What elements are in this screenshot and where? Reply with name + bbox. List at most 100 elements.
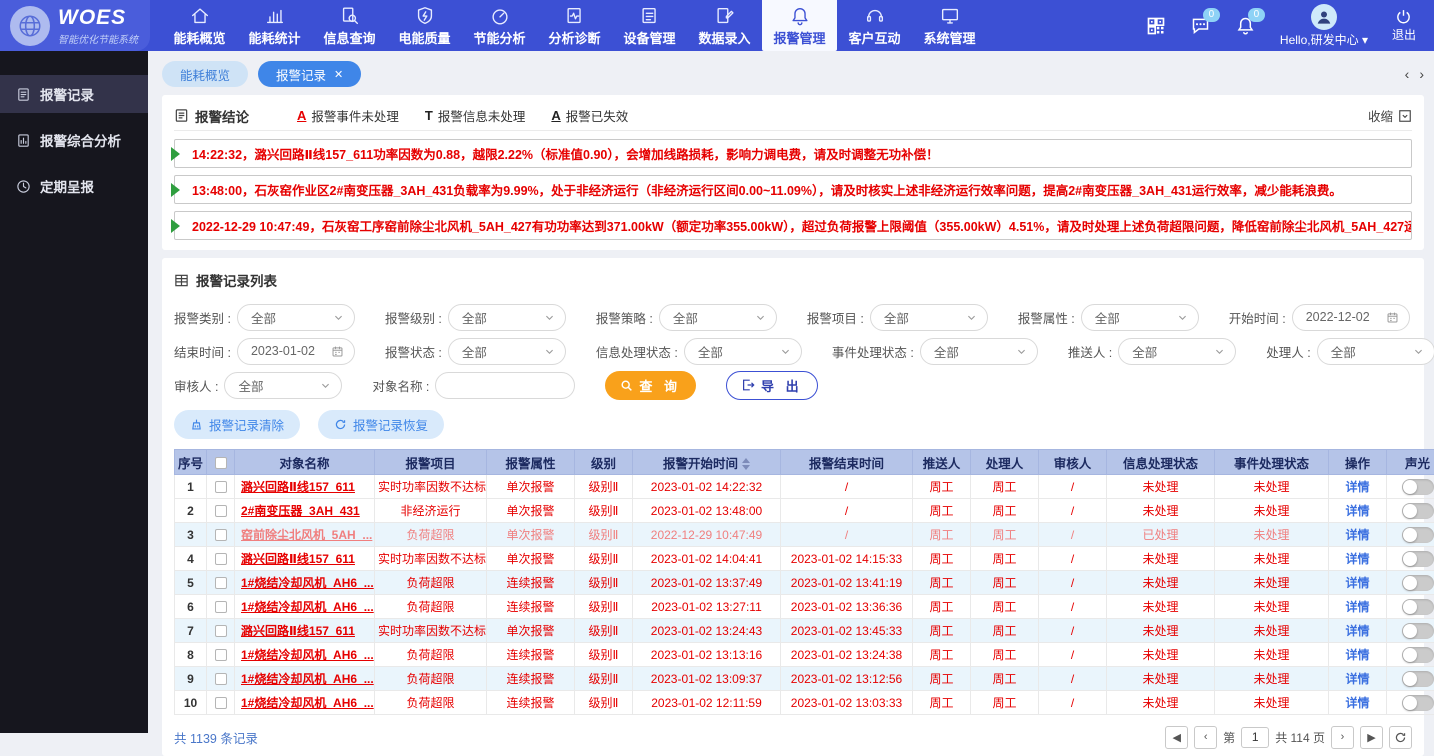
sort-icon[interactable] [742, 458, 750, 470]
filter-date-开始时间[interactable]: 2022-12-02 [1292, 304, 1410, 331]
row-select[interactable] [207, 595, 235, 619]
row-checkbox[interactable] [215, 625, 227, 637]
row-select[interactable] [207, 499, 235, 523]
filter-text-对象名称[interactable] [435, 372, 575, 399]
filter-date-结束时间[interactable]: 2023-01-02 [237, 338, 355, 365]
detail-link[interactable]: 详情 [1345, 504, 1369, 518]
sound-light-toggle[interactable] [1402, 623, 1434, 639]
object-name-link[interactable]: 1#烧结冷却风机_AH6_... [241, 600, 374, 614]
nav-item-device[interactable]: 设备管理 [612, 0, 687, 51]
filter-select-报警级别[interactable]: 全部 [448, 304, 566, 331]
row-select[interactable] [207, 571, 235, 595]
row-select[interactable] [207, 667, 235, 691]
legend-item-2[interactable]: A报警已失效 [551, 106, 628, 125]
legend-item-0[interactable]: A报警事件未处理 [297, 106, 399, 125]
filter-select-报警属性[interactable]: 全部 [1081, 304, 1199, 331]
filter-select-审核人[interactable]: 全部 [224, 372, 342, 399]
nav-item-info-search[interactable]: 信息查询 [312, 0, 387, 51]
detail-link[interactable]: 详情 [1345, 600, 1369, 614]
sound-light-toggle[interactable] [1402, 503, 1434, 519]
object-name-link[interactable]: 1#烧结冷却风机_AH6_... [241, 696, 374, 710]
clear-records-button[interactable]: 报警记录清除 [174, 410, 300, 439]
col-header-报警开始时间[interactable]: 报警开始时间 [633, 450, 781, 475]
sound-light-toggle[interactable] [1402, 695, 1434, 711]
filter-select-报警类别[interactable]: 全部 [237, 304, 355, 331]
object-name-link[interactable]: 窑前除尘北风机_5AH_... [241, 528, 372, 542]
row-checkbox[interactable] [215, 553, 227, 565]
export-button[interactable]: 导 出 [726, 371, 818, 400]
search-button[interactable]: 查 询 [605, 371, 696, 400]
detail-link[interactable]: 详情 [1345, 648, 1369, 662]
notifications-bell-icon[interactable]: 0 [1235, 15, 1256, 36]
row-checkbox[interactable] [215, 577, 227, 589]
user-menu[interactable]: Hello,研发中心 ▾ [1280, 4, 1368, 48]
filter-select-推送人[interactable]: 全部 [1118, 338, 1236, 365]
row-checkbox[interactable] [215, 601, 227, 613]
filter-select-报警策略[interactable]: 全部 [659, 304, 777, 331]
sound-light-toggle[interactable] [1402, 479, 1434, 495]
sidebar-item-doc-lines[interactable]: 报警记录 [0, 75, 148, 113]
row-checkbox[interactable] [215, 697, 227, 709]
last-page-button[interactable]: ▶ [1360, 726, 1383, 749]
nav-item-gauge[interactable]: 节能分析 [462, 0, 537, 51]
object-name-link[interactable]: 潞兴回路Ⅱ线157_611 [241, 624, 355, 638]
sidebar-item-clock[interactable]: 定期呈报 [0, 167, 148, 205]
nav-item-monitor[interactable]: 系统管理 [912, 0, 987, 51]
nav-item-shield-bolt[interactable]: 电能质量 [387, 0, 462, 51]
tab-报警记录[interactable]: 报警记录✕ [258, 61, 361, 87]
restore-records-button[interactable]: 报警记录恢复 [318, 410, 444, 439]
sound-light-toggle[interactable] [1402, 551, 1434, 567]
refresh-button[interactable] [1389, 726, 1412, 749]
filter-select-报警状态[interactable]: 全部 [448, 338, 566, 365]
object-name-link[interactable]: 1#烧结冷却风机_AH6_... [241, 672, 374, 686]
sound-light-toggle[interactable] [1402, 647, 1434, 663]
nav-item-home[interactable]: 能耗概览 [162, 0, 237, 51]
qr-code-icon[interactable] [1146, 16, 1166, 36]
row-select[interactable] [207, 691, 235, 715]
detail-link[interactable]: 详情 [1345, 552, 1369, 566]
nav-item-stats[interactable]: 能耗统计 [237, 0, 312, 51]
sound-light-toggle[interactable] [1402, 575, 1434, 591]
row-checkbox[interactable] [215, 481, 227, 493]
filter-select-信息处理状态[interactable]: 全部 [684, 338, 802, 365]
object-name-link[interactable]: 1#烧结冷却风机_AH6_... [241, 576, 374, 590]
detail-link[interactable]: 详情 [1345, 696, 1369, 710]
nav-item-diagnosis[interactable]: 分析诊断 [537, 0, 612, 51]
tab-close-icon[interactable]: ✕ [334, 68, 343, 81]
detail-link[interactable]: 详情 [1345, 672, 1369, 686]
row-checkbox[interactable] [215, 505, 227, 517]
object-name-link[interactable]: 潞兴回路Ⅱ线157_611 [241, 480, 355, 494]
detail-link[interactable]: 详情 [1345, 528, 1369, 542]
sound-light-toggle[interactable] [1402, 527, 1434, 543]
prev-page-button[interactable]: ‹ [1194, 726, 1217, 749]
messages-icon[interactable]: 0 [1190, 15, 1211, 36]
filter-select-处理人[interactable]: 全部 [1317, 338, 1434, 365]
first-page-button[interactable]: ◀ [1165, 726, 1188, 749]
row-select[interactable] [207, 547, 235, 571]
detail-link[interactable]: 详情 [1345, 480, 1369, 494]
sidebar-item-doc-chart[interactable]: 报警综合分析 [0, 121, 148, 159]
next-page-button[interactable]: › [1331, 726, 1354, 749]
select-all-header[interactable] [207, 450, 235, 475]
row-select[interactable] [207, 643, 235, 667]
tabs-scroll-right-icon[interactable]: › [1419, 66, 1424, 82]
object-name-link[interactable]: 潞兴回路Ⅱ线157_611 [241, 552, 355, 566]
filter-select-事件处理状态[interactable]: 全部 [920, 338, 1038, 365]
legend-item-1[interactable]: T报警信息未处理 [425, 106, 525, 125]
tab-能耗概览[interactable]: 能耗概览 [162, 61, 248, 87]
nav-item-headset[interactable]: 客户互动 [837, 0, 912, 51]
detail-link[interactable]: 详情 [1345, 624, 1369, 638]
sound-light-toggle[interactable] [1402, 599, 1434, 615]
select-all-checkbox[interactable] [215, 457, 227, 469]
tabs-scroll-left-icon[interactable]: ‹ [1405, 66, 1410, 82]
object-name-link[interactable]: 2#南变压器_3AH_431 [241, 504, 360, 518]
nav-item-alarm-bell[interactable]: 报警管理 [762, 0, 837, 51]
row-select[interactable] [207, 619, 235, 643]
row-select[interactable] [207, 475, 235, 499]
row-checkbox[interactable] [215, 673, 227, 685]
row-select[interactable] [207, 523, 235, 547]
sound-light-toggle[interactable] [1402, 671, 1434, 687]
object-name-link[interactable]: 1#烧结冷却风机_AH6_... [241, 648, 374, 662]
detail-link[interactable]: 详情 [1345, 576, 1369, 590]
page-number-input[interactable] [1241, 727, 1269, 748]
